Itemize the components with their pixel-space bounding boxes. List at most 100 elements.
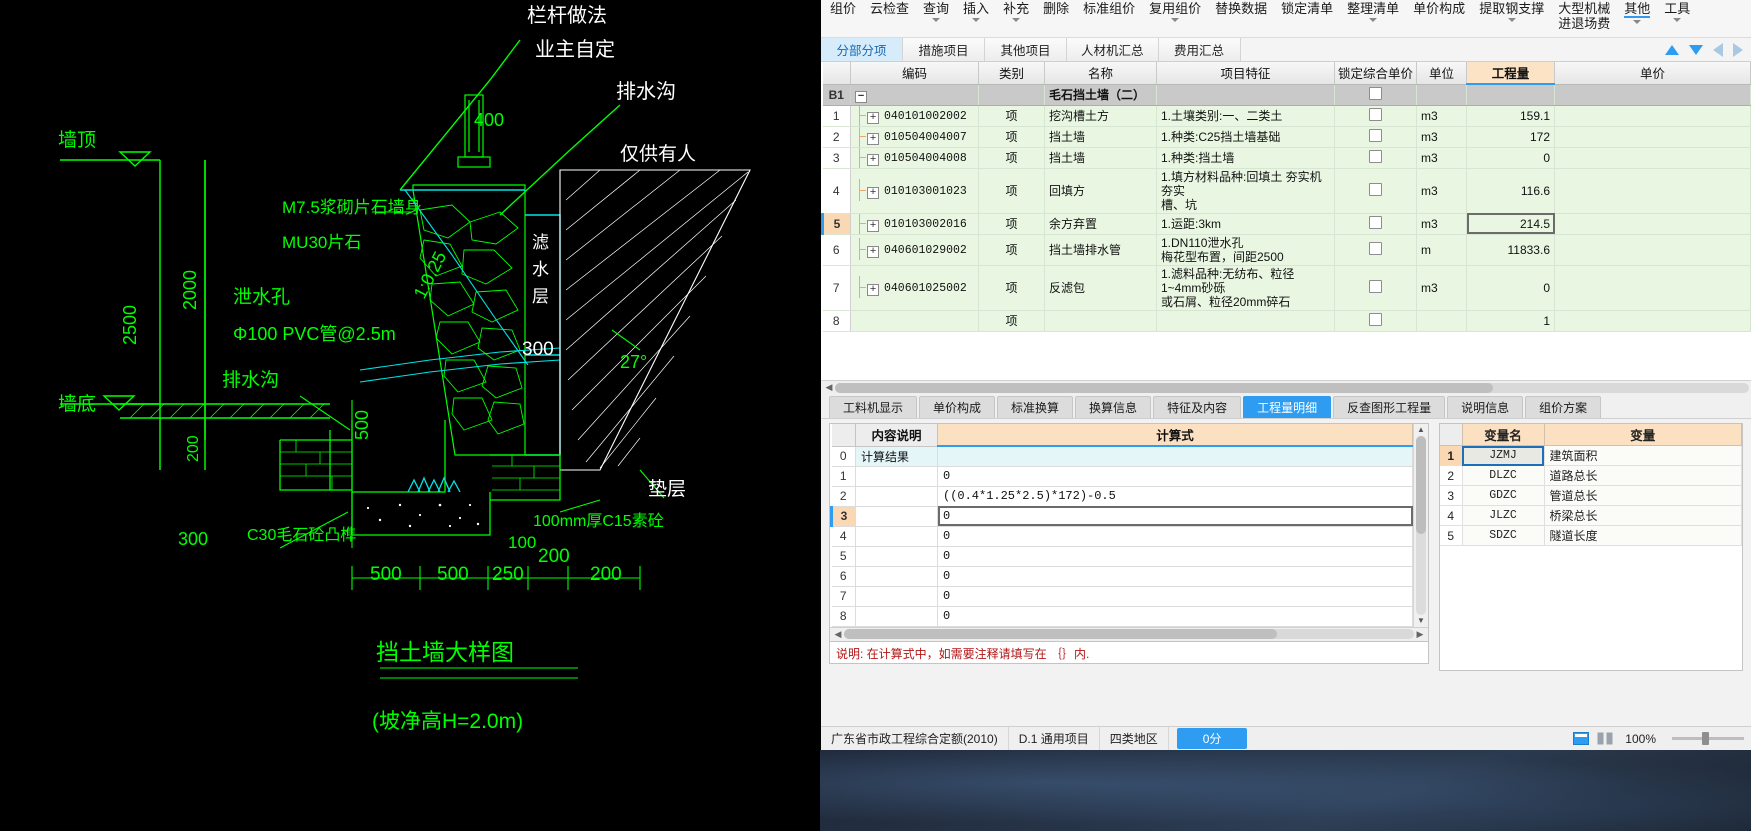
vars-header-2[interactable]: 变量	[1544, 424, 1742, 446]
cell-name[interactable]: 挡土墙排水管	[1044, 234, 1157, 266]
ribbon-item-11[interactable]: 单价构成	[1406, 0, 1472, 37]
detail-tab-0[interactable]: 工料机显示	[829, 396, 918, 418]
grid-header-工程量[interactable]: 工程量	[1466, 62, 1555, 85]
chevron-down-icon[interactable]	[1507, 18, 1516, 22]
calc-description[interactable]	[855, 486, 938, 507]
detail-tab-6[interactable]: 反查图形工程量	[1333, 396, 1446, 418]
cell-name[interactable]: 挡土墙	[1044, 147, 1157, 169]
calc-row[interactable]: 60	[831, 566, 1413, 587]
cell-unit[interactable]	[1416, 84, 1467, 106]
table-row[interactable]: 3 +010504004008 项挡土墙 1.种类:挡土墙 m3 0	[822, 147, 1751, 169]
variable-description[interactable]: 隧道长度	[1544, 525, 1742, 546]
calc-formula[interactable]: 0	[937, 506, 1413, 527]
cell-unit[interactable]: m3	[1416, 147, 1467, 169]
lock-checkbox[interactable]	[1369, 241, 1382, 255]
ribbon-item-0[interactable]: 组价	[823, 0, 863, 37]
calc-formula[interactable]: 0	[937, 586, 1413, 607]
arrow-left-icon[interactable]	[1713, 42, 1723, 57]
cell-category[interactable]	[978, 84, 1045, 106]
ribbon-item-3[interactable]: 插入	[956, 0, 996, 37]
variable-row[interactable]: 3 GDZC 管道总长	[1440, 485, 1742, 506]
calc-row[interactable]: 2 ((0.4*1.25*2.5)*172)-0.5	[831, 486, 1413, 507]
table-row[interactable]: 4 +010103001023 项回填方 1.填方材料品种:回填土 夯实机夯实 槽、坑 m…	[822, 168, 1751, 214]
scroll-left-icon[interactable]: ◀	[823, 382, 835, 393]
cell-quantity[interactable]: 159.1	[1466, 105, 1555, 127]
cell-lock-price[interactable]	[1334, 105, 1417, 127]
arrow-right-icon[interactable]	[1733, 42, 1743, 57]
ribbon-item-7[interactable]: 复用组价	[1142, 0, 1208, 37]
cell-feature[interactable]	[1156, 310, 1335, 332]
scrollbar-thumb[interactable]	[835, 382, 1494, 393]
calc-description[interactable]	[855, 506, 938, 527]
cell-code[interactable]: +040601029002	[850, 234, 979, 266]
ribbon-item-8[interactable]: 替换数据	[1208, 0, 1274, 37]
lock-checkbox[interactable]	[1369, 86, 1382, 100]
cell-category[interactable]: 项	[978, 168, 1045, 214]
grid-header-编码[interactable]: 编码	[850, 62, 979, 85]
calc-scroll-thumb[interactable]	[1416, 436, 1426, 535]
calc-description[interactable]	[855, 606, 938, 627]
grid-horizontal-scrollbar[interactable]: ◀	[821, 380, 1751, 394]
cell-unit[interactable]: m3	[1416, 213, 1467, 235]
lock-checkbox[interactable]	[1369, 107, 1382, 121]
calc-formula[interactable]: 0	[937, 526, 1413, 547]
tab-1[interactable]: 措施项目	[903, 38, 985, 61]
lock-checkbox[interactable]	[1369, 215, 1382, 229]
cell-feature[interactable]: 1.DN110泄水孔 梅花型布置，间距2500	[1156, 234, 1335, 266]
grid-header-名称[interactable]: 名称	[1044, 62, 1157, 85]
view-split-icon[interactable]	[1597, 732, 1613, 745]
table-row[interactable]: 5 +010103002016 项余方弃置 1.运距:3km m3 214.5	[821, 213, 1751, 235]
ribbon-item-10[interactable]: 整理清单	[1340, 0, 1406, 37]
calc-horizontal-scrollbar[interactable]: ◀ ▶	[830, 626, 1428, 641]
view-normal-icon[interactable]	[1573, 732, 1590, 745]
variable-row[interactable]: 4 JLZC 桥梁总长	[1440, 505, 1742, 526]
calc-hscroll-thumb[interactable]	[844, 629, 1278, 639]
expand-icon[interactable]: +	[867, 132, 879, 145]
calc-description[interactable]	[855, 546, 938, 567]
calc-row[interactable]: 80	[831, 606, 1413, 627]
cell-price[interactable]	[1554, 310, 1751, 332]
lock-checkbox[interactable]	[1369, 279, 1382, 293]
calc-scroll-right-icon[interactable]: ▶	[1414, 629, 1426, 640]
chevron-down-icon[interactable]	[1012, 18, 1021, 22]
cell-lock-price[interactable]	[1334, 126, 1417, 148]
cell-quantity[interactable]: 214.5	[1466, 213, 1555, 235]
cell-quantity[interactable]: 116.6	[1466, 168, 1555, 214]
cell-category[interactable]: 项	[978, 234, 1045, 266]
ribbon-item-13[interactable]: 大型机械 进退场费	[1551, 0, 1617, 37]
lock-checkbox[interactable]	[1369, 182, 1382, 196]
expand-icon[interactable]: +	[867, 219, 879, 232]
ribbon-item-15[interactable]: 工具	[1657, 0, 1697, 37]
grid-header-锁定综合单价[interactable]: 锁定综合单价	[1334, 62, 1417, 85]
cell-unit[interactable]: m	[1416, 234, 1467, 266]
variable-description[interactable]: 桥梁总长	[1544, 505, 1742, 526]
cell-code[interactable]: +040601025002	[850, 265, 979, 311]
cell-lock-price[interactable]	[1334, 84, 1417, 106]
detail-tab-4[interactable]: 特征及内容	[1153, 396, 1242, 418]
chevron-down-icon[interactable]	[1369, 18, 1378, 22]
tab-4[interactable]: 费用汇总	[1158, 38, 1241, 61]
expand-icon[interactable]: +	[867, 111, 879, 124]
chevron-down-icon[interactable]	[1171, 18, 1180, 22]
cell-code[interactable]: +040101002002	[850, 105, 979, 127]
cell-feature[interactable]: 1.运距:3km	[1156, 213, 1335, 235]
cell-quantity[interactable]: 1	[1466, 310, 1555, 332]
variables-pane[interactable]: 变量名 变量 1 JZMJ 建筑面积 2 DLZC 道路总长 3 GDZC 管道总长 4 JLZC 桥梁…	[1439, 423, 1743, 671]
expand-icon[interactable]: +	[867, 153, 879, 166]
calc-description[interactable]: 计算结果	[855, 446, 938, 467]
tab-0[interactable]: 分部分项	[821, 38, 903, 61]
lock-checkbox[interactable]	[1369, 312, 1382, 326]
cell-feature[interactable]: 1.土壤类别:一、二类土	[1156, 105, 1335, 127]
detail-tab-7[interactable]: 说明信息	[1447, 396, 1524, 418]
cell-name[interactable]: 挡土墙	[1044, 126, 1157, 148]
chevron-down-icon[interactable]	[972, 18, 981, 22]
tab-2[interactable]: 其他项目	[985, 38, 1067, 61]
lock-checkbox[interactable]	[1369, 128, 1382, 142]
cell-category[interactable]: 项	[978, 147, 1045, 169]
collapse-icon[interactable]: −	[855, 90, 867, 103]
calc-header-0[interactable]	[831, 424, 856, 447]
calc-formula[interactable]: 0	[937, 546, 1413, 567]
table-row[interactable]: 7 +040601025002 项反滤包 1.滤料品种:无纺布、粒径1~4mm砂砾 或石…	[822, 265, 1751, 311]
lock-checkbox[interactable]	[1369, 149, 1382, 163]
cell-code[interactable]: +010103001023	[850, 168, 979, 214]
